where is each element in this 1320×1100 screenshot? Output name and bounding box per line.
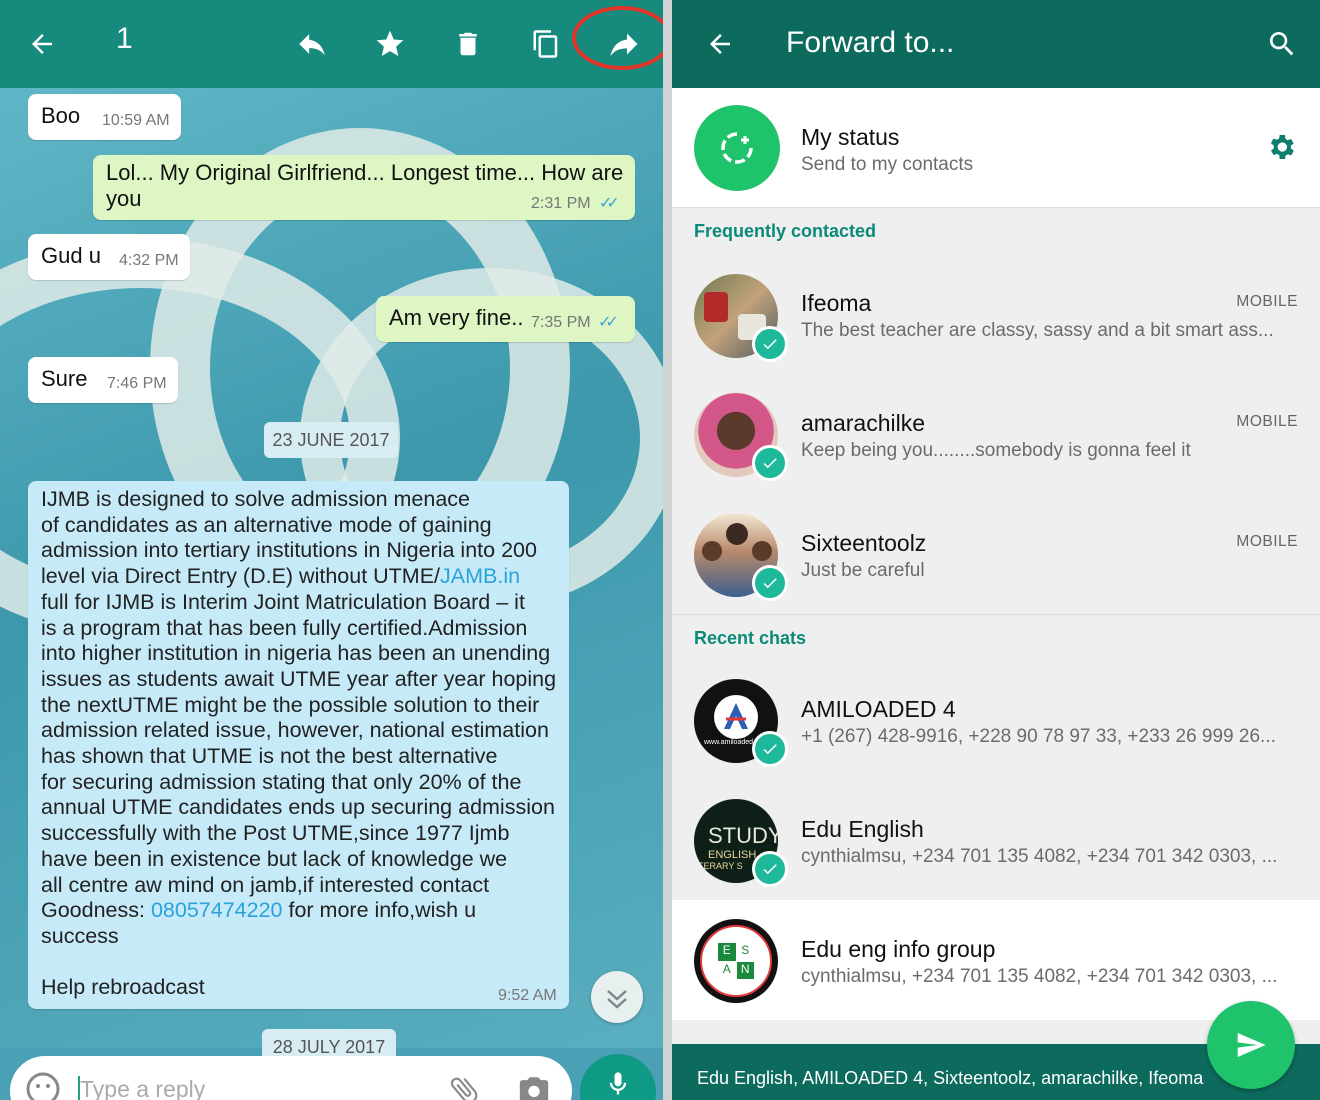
message-time: 9:52 AM bbox=[498, 987, 557, 1004]
forward-toolbar: Forward to... bbox=[672, 0, 1320, 88]
message-bubble[interactable]: Am very fine.. 7:35 PM ✓✓ bbox=[376, 296, 635, 342]
contact-name: Ifeoma bbox=[801, 290, 872, 316]
mic-button[interactable] bbox=[580, 1054, 656, 1100]
emoji-icon[interactable] bbox=[24, 1070, 62, 1100]
selection-toolbar: 1 bbox=[0, 0, 663, 88]
gear-icon[interactable] bbox=[1262, 128, 1300, 166]
section-frequent: Frequently contacted bbox=[694, 221, 877, 241]
chat-members: cynthialmsu, +234 701 135 4082, +234 701… bbox=[801, 966, 1278, 987]
avatar-caption: E bbox=[718, 943, 736, 961]
contact-row[interactable]: Ifeoma The best teacher are classy, sass… bbox=[672, 254, 1320, 374]
contact-type: MOBILE bbox=[1236, 293, 1298, 310]
avatar-caption: N bbox=[736, 961, 754, 979]
star-icon[interactable] bbox=[368, 22, 412, 66]
chat-members: cynthialmsu, +234 701 135 4082, +234 701… bbox=[801, 846, 1278, 867]
phone-link[interactable]: 08057474220 bbox=[151, 898, 283, 922]
long-message-text: IJMB is designed to solve admission mena… bbox=[41, 487, 561, 1001]
message-time: 7:46 PM bbox=[107, 375, 167, 392]
forward-panel: Forward to... My status Send to my conta… bbox=[672, 0, 1320, 1100]
contact-name: Sixteentoolz bbox=[801, 530, 927, 556]
avatar-caption: STUDY bbox=[708, 823, 778, 848]
message-bubble[interactable]: Sure 7:46 PM bbox=[28, 357, 178, 403]
section-divider bbox=[672, 614, 1320, 615]
long-message-part: full for IJMB is Interim Joint Matricula… bbox=[41, 589, 557, 923]
attach-icon[interactable] bbox=[444, 1070, 484, 1100]
double-check-icon: ✓✓ bbox=[598, 314, 619, 331]
message-text: Sure bbox=[41, 366, 88, 391]
status-avatar bbox=[694, 105, 780, 191]
page-title: Forward to... bbox=[786, 26, 955, 59]
chat-name: AMILOADED 4 bbox=[801, 696, 956, 722]
avatar: E S A N bbox=[694, 919, 778, 1003]
selected-contacts-text: Edu English, AMILOADED 4, Sixteentoolz, … bbox=[697, 1068, 1204, 1088]
date-chip: 23 JUNE 2017 bbox=[264, 422, 398, 458]
contact-status: Keep being you........somebody is gonna … bbox=[801, 440, 1191, 461]
reply-input[interactable]: Type a reply bbox=[80, 1076, 205, 1100]
logo-icon bbox=[724, 703, 748, 729]
status-name: My status bbox=[801, 124, 900, 150]
selected-check-icon bbox=[752, 731, 788, 767]
message-bubble[interactable]: Gud u 4:32 PM bbox=[28, 234, 190, 280]
contact-row[interactable]: amarachilke Keep being you........somebo… bbox=[672, 374, 1320, 494]
chat-row[interactable]: www.amiloaded AMILOADED 4 +1 (267) 428-9… bbox=[672, 660, 1320, 780]
back-arrow-icon[interactable] bbox=[20, 22, 64, 66]
message-time: 4:32 PM bbox=[119, 252, 179, 269]
message-time: 2:31 PM bbox=[531, 195, 591, 212]
chat-row[interactable]: STUDY ENGLISH TERARY S Edu English cynth… bbox=[672, 780, 1320, 900]
avatar-caption: A bbox=[718, 961, 736, 979]
chat-row[interactable]: E S A N Edu eng info group cynthialmsu, … bbox=[672, 900, 1320, 1020]
message-bubble[interactable]: Boo 10:59 AM bbox=[28, 94, 181, 140]
avatar-caption: S bbox=[736, 943, 754, 961]
contact-status: Just be careful bbox=[801, 560, 925, 581]
mic-icon bbox=[602, 1068, 634, 1100]
reply-icon[interactable] bbox=[290, 22, 334, 66]
contact-type: MOBILE bbox=[1236, 533, 1298, 550]
scroll-down-button[interactable] bbox=[591, 971, 643, 1023]
send-button[interactable] bbox=[1207, 1001, 1295, 1089]
contact-status: The best teacher are classy, sassy and a… bbox=[801, 320, 1274, 341]
chat-panel: 1 Boo 10:59 AM Lol... My Original Girlfr… bbox=[0, 0, 663, 1100]
chat-name: Edu eng info group bbox=[801, 936, 996, 962]
forward-highlight-circle bbox=[572, 6, 663, 70]
avatar-caption: www.amiloaded bbox=[704, 739, 754, 746]
double-check-icon: ✓✓ bbox=[599, 195, 620, 212]
contact-name: amarachilke bbox=[801, 410, 925, 436]
selected-check-icon bbox=[752, 326, 788, 362]
send-icon bbox=[1237, 1033, 1266, 1057]
contact-row[interactable]: Sixteentoolz Just be careful MOBILE bbox=[672, 494, 1320, 614]
search-icon[interactable] bbox=[1260, 22, 1304, 66]
avatar-caption: ENGLISH bbox=[708, 849, 757, 861]
copy-icon[interactable] bbox=[524, 22, 568, 66]
camera-icon[interactable] bbox=[514, 1070, 554, 1100]
message-link[interactable]: JAMB.in bbox=[440, 564, 520, 588]
long-message-bubble[interactable]: IJMB is designed to solve admission mena… bbox=[28, 481, 569, 1009]
selected-check-icon bbox=[752, 565, 788, 601]
my-status-row[interactable]: My status Send to my contacts bbox=[672, 88, 1320, 208]
panel-divider bbox=[663, 0, 672, 1100]
chat-members: +1 (267) 428-9916, +228 90 78 97 33, +23… bbox=[801, 726, 1276, 747]
message-text: Am very fine.. bbox=[389, 305, 524, 330]
contact-type: MOBILE bbox=[1236, 413, 1298, 430]
message-time: 10:59 AM bbox=[102, 112, 170, 129]
chat-name: Edu English bbox=[801, 816, 924, 842]
status-sub: Send to my contacts bbox=[801, 154, 974, 175]
message-bubble[interactable]: Lol... My Original Girlfriend... Longest… bbox=[93, 155, 635, 220]
add-status-icon bbox=[721, 132, 753, 164]
selected-count: 1 bbox=[116, 22, 133, 55]
avatar-caption: TERARY S bbox=[698, 861, 743, 871]
selected-check-icon bbox=[752, 851, 788, 887]
message-time: 7:35 PM bbox=[531, 314, 591, 331]
message-text: Gud u bbox=[41, 243, 101, 268]
back-arrow-icon[interactable] bbox=[698, 22, 742, 66]
selected-check-icon bbox=[752, 445, 788, 481]
delete-icon[interactable] bbox=[446, 22, 490, 66]
message-text: Boo bbox=[41, 103, 81, 128]
section-recent: Recent chats bbox=[694, 628, 807, 648]
